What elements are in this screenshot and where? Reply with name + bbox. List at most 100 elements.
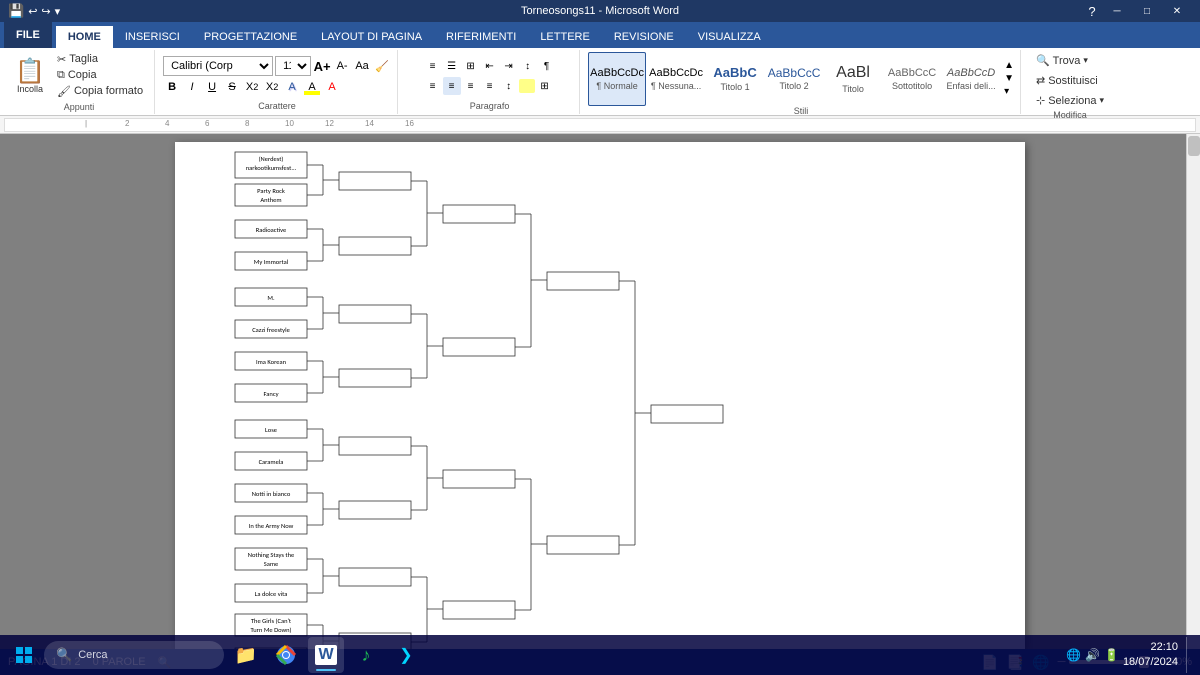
clipboard-group: 📋 Incolla ✂ Taglia ⧉ Copia 🖌 Copia forma… (4, 50, 155, 114)
strikethrough-button[interactable]: S (223, 78, 241, 96)
copy-icon: ⧉ (57, 69, 65, 82)
seleziona-button[interactable]: ⊹ Seleziona ▾ (1029, 92, 1111, 110)
taskbar-spotify[interactable]: ♪ (348, 637, 384, 673)
align-right-button[interactable]: ≡ (462, 77, 480, 95)
font-name-select[interactable]: Calibri (Corp (163, 56, 273, 76)
font-color-button[interactable]: A (323, 78, 341, 96)
style-heading2[interactable]: AaBbCcC Titolo 2 (765, 52, 823, 106)
svg-text:Caramela: Caramela (259, 458, 284, 466)
tab-layout[interactable]: LAYOUT DI PAGINA (309, 26, 434, 48)
bullets-button[interactable]: ≡ (424, 57, 442, 75)
copy-button[interactable]: ⧉ Copia (52, 68, 148, 83)
svg-text:Same: Same (264, 560, 279, 568)
format-painter-button[interactable]: 🖌 Copia formato (52, 84, 148, 99)
close-button[interactable]: ✕ (1162, 0, 1192, 22)
paste-button[interactable]: 📋 Incolla (10, 52, 50, 102)
underline-button[interactable]: U (203, 78, 221, 96)
svg-text:Anthem: Anthem (260, 196, 281, 204)
svg-text:Nothing Stays the: Nothing Stays the (248, 551, 294, 559)
sostituisci-button[interactable]: ⇄ Sostituisci (1029, 72, 1111, 90)
styles-scroll-down[interactable]: ▼ (1004, 73, 1014, 84)
align-center-button[interactable]: ≡ (443, 77, 461, 95)
style-no-spacing[interactable]: AaBbCcDc ¶ Nessuna... (647, 52, 705, 106)
format-painter-icon: 🖌 (57, 85, 71, 98)
styles-area: AaBbCcDc ¶ Normale AaBbCcDc ¶ Nessuna...… (588, 52, 1000, 106)
numbering-button[interactable]: ☰ (443, 57, 461, 75)
borders-button[interactable]: ⊞ (536, 77, 554, 95)
svg-text:M.: M. (267, 294, 275, 302)
style-heading1[interactable]: AaBbC Titolo 1 (706, 52, 764, 106)
style-emphasis[interactable]: AaBbCcD Enfasi deli... (942, 52, 1000, 106)
tab-riferimenti[interactable]: RIFERIMENTI (434, 26, 528, 48)
trova-button[interactable]: 🔍 Trova ▾ (1029, 52, 1111, 70)
line-spacing-button[interactable]: ↕ (500, 77, 518, 95)
quick-access-redo[interactable]: ↪ (41, 5, 50, 18)
taskbar-word[interactable]: W (308, 637, 344, 673)
taskbar-terminal[interactable]: ❯ (388, 637, 424, 673)
ribbon-body: 📋 Incolla ✂ Taglia ⧉ Copia 🖌 Copia forma… (0, 48, 1200, 116)
word-icon: W (315, 645, 336, 665)
help-button[interactable]: ? (1082, 0, 1102, 22)
italic-button[interactable]: I (183, 78, 201, 96)
tab-lettere[interactable]: LETTERE (528, 26, 602, 48)
svg-text:The Girls (Can't: The Girls (Can't (251, 617, 292, 625)
taskbar-file-explorer[interactable]: 📁 (228, 637, 264, 673)
styles-label: Stili (794, 106, 809, 117)
justify-button[interactable]: ≡ (481, 77, 499, 95)
show-desktop-button[interactable] (1186, 637, 1192, 673)
decrease-indent-button[interactable]: ⇤ (481, 57, 499, 75)
system-clock[interactable]: 22:10 18/07/2024 (1123, 640, 1178, 671)
styles-scroll-up[interactable]: ▲ (1004, 60, 1014, 71)
font-group: Calibri (Corp 11 A+ A- Aa 🧹 B I U S X2 (157, 50, 398, 114)
taskbar-search-box[interactable]: 🔍 Cerca (44, 641, 224, 669)
style-subtitle[interactable]: AaBbCcC Sottotitolo (883, 52, 941, 106)
search-icon: 🔍 (56, 647, 72, 663)
tab-revisione[interactable]: REVISIONE (602, 26, 686, 48)
vertical-scrollbar[interactable] (1186, 134, 1200, 649)
tray-network-icon[interactable]: 🌐 (1066, 648, 1081, 662)
text-effects-button[interactable]: A (283, 78, 301, 96)
windows-start-button[interactable] (8, 639, 40, 671)
change-case-button[interactable]: Aa (353, 57, 371, 75)
cut-button[interactable]: ✂ Taglia (52, 52, 148, 67)
file-explorer-icon: 📁 (235, 645, 257, 666)
show-marks-button[interactable]: ¶ (538, 57, 556, 75)
font-grow-button[interactable]: A+ (313, 57, 331, 75)
font-label: Carattere (258, 101, 296, 112)
document-page[interactable]: (Nerdest) narkootikumsfest... Party Rock… (175, 142, 1025, 649)
bold-button[interactable]: B (163, 78, 181, 96)
restore-button[interactable]: □ (1132, 0, 1162, 22)
font-shrink-button[interactable]: A- (333, 57, 351, 75)
clear-format-button[interactable]: 🧹 (373, 57, 391, 75)
terminal-icon: ❯ (399, 645, 412, 665)
style-normal[interactable]: AaBbCcDc ¶ Normale (588, 52, 646, 106)
multilevel-button[interactable]: ⊞ (462, 57, 480, 75)
taskbar-chrome[interactable] (268, 637, 304, 673)
style-title[interactable]: AaBl Titolo (824, 52, 882, 106)
tab-home[interactable]: HOME (56, 26, 113, 48)
font-size-select[interactable]: 11 (275, 56, 311, 76)
title-bar: 💾 ↩ ↪ ▾ Torneosongs11 - Microsoft Word ?… (0, 0, 1200, 22)
quick-access-undo[interactable]: ↩ (28, 5, 37, 18)
tab-inserisci[interactable]: INSERISCI (113, 26, 192, 48)
subscript-button[interactable]: X2 (243, 78, 261, 96)
scrollbar-thumb[interactable] (1188, 136, 1200, 156)
text-highlight-button[interactable]: A (303, 78, 321, 96)
shading-button[interactable] (519, 79, 535, 93)
tab-visualizza[interactable]: VISUALIZZA (686, 26, 773, 48)
tray-volume-icon[interactable]: 🔊 (1085, 648, 1100, 662)
svg-text:La dolce vita: La dolce vita (255, 590, 288, 598)
ruler: | 2 4 6 8 10 12 14 16 (0, 116, 1200, 134)
minimize-button[interactable]: ─ (1102, 0, 1132, 22)
styles-more[interactable]: ▾ (1004, 86, 1014, 97)
paragraph-group: ≡ ☰ ⊞ ⇤ ⇥ ↕ ¶ ≡ ≡ ≡ ≡ ↕ ⊞ (400, 50, 580, 114)
tab-progettazione[interactable]: PROGETTAZIONE (192, 26, 309, 48)
increase-indent-button[interactable]: ⇥ (500, 57, 518, 75)
tab-file[interactable]: FILE (4, 22, 52, 48)
superscript-button[interactable]: X2 (263, 78, 281, 96)
sort-button[interactable]: ↕ (519, 57, 537, 75)
tray-battery-icon[interactable]: 🔋 (1104, 648, 1119, 662)
svg-text:Lose: Lose (265, 426, 277, 434)
align-left-button[interactable]: ≡ (424, 77, 442, 95)
quick-access-more[interactable]: ▾ (55, 5, 61, 18)
